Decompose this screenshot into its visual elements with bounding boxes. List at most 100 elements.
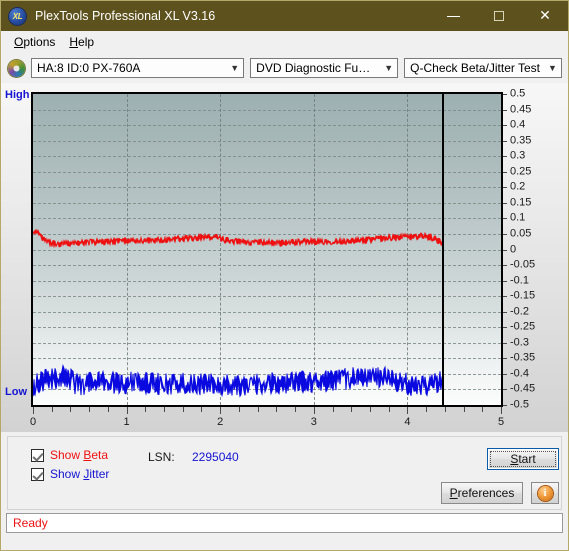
- show-beta-label: Show Beta: [50, 448, 108, 462]
- maximize-icon: [494, 11, 504, 21]
- show-beta-label-pre: Show: [50, 448, 84, 462]
- x-axis-minor-tick: [332, 407, 334, 412]
- y-axis-tick-label: 0.45: [510, 103, 532, 116]
- x-axis-tick: [313, 407, 315, 414]
- preferences-button-label-post: references: [457, 486, 515, 500]
- y-axis-tick-label: 0: [510, 243, 517, 255]
- plot-area[interactable]: [31, 92, 503, 407]
- function-select-value: DVD Diagnostic Functions: [256, 61, 380, 75]
- y-axis-tick-label: 0.35: [510, 134, 532, 147]
- x-axis-minor-tick: [295, 407, 297, 412]
- y-axis-tick-label: 0.5: [510, 87, 526, 100]
- x-axis-minor-tick: [51, 407, 53, 412]
- menu-item-options-rest: ptions: [23, 35, 56, 49]
- drive-select[interactable]: HA:8 ID:0 PX-760A ▼: [31, 58, 245, 78]
- maximize-button[interactable]: [476, 1, 522, 31]
- y-axis-tick-label: -0.05: [510, 258, 536, 271]
- preferences-button-accel: P: [449, 486, 458, 500]
- y-axis-tick: [503, 233, 507, 235]
- show-beta-label-post: eta: [91, 448, 109, 462]
- toolbar: HA:8 ID:0 PX-760A ▼ DVD Diagnostic Funct…: [1, 53, 568, 83]
- y-axis-tick-label: 0.05: [510, 227, 532, 240]
- x-axis-minor-tick: [369, 407, 371, 412]
- trace-jitter: [33, 363, 443, 398]
- show-jitter-label-post: itter: [89, 467, 110, 481]
- y-axis-tick: [503, 373, 507, 375]
- x-axis-minor-tick: [89, 407, 91, 412]
- x-axis-minor-tick: [463, 407, 465, 412]
- title-bar: XL PlexTools Professional XL V3.16 ✕: [1, 1, 568, 31]
- x-axis-tick-label: 5: [497, 416, 505, 428]
- x-axis-tick-label: 4: [404, 416, 411, 428]
- x-axis-minor-tick: [70, 407, 72, 412]
- x-axis-tick: [126, 407, 128, 414]
- x-axis-minor-tick: [257, 407, 259, 412]
- x-axis-tick: [220, 407, 222, 414]
- y-axis-tick-label: 0.1: [510, 211, 526, 224]
- y-axis-tick: [503, 265, 507, 267]
- y-axis-tick: [503, 125, 507, 127]
- y-axis-tick-label: -0.15: [510, 289, 536, 302]
- x-axis-minor-tick: [145, 407, 147, 412]
- show-jitter-label-pre: Show: [50, 467, 84, 481]
- axis-label-low: Low: [5, 386, 27, 398]
- drive-select-value: HA:8 ID:0 PX-760A: [37, 61, 141, 75]
- x-axis-minor-tick: [238, 407, 240, 412]
- y-axis-tick: [503, 389, 507, 391]
- y-axis-tick-label: -0.2: [510, 305, 529, 318]
- start-button-label: Start: [510, 452, 535, 466]
- x-axis-tick: [501, 407, 502, 414]
- y-axis-tick: [503, 109, 507, 111]
- x-axis-minor-tick: [482, 407, 484, 412]
- preferences-button-label: Preferences: [450, 486, 515, 500]
- y-axis-tick: [503, 280, 507, 282]
- y-axis: 0.5 0.45 0.4 0.35 0.3 0.25 0.2 0.15 0.1 0.05 0 -0.0…: [503, 87, 567, 410]
- show-beta-checkbox-row[interactable]: Show Beta: [31, 448, 108, 462]
- axis-label-high: High: [5, 89, 30, 101]
- function-select[interactable]: DVD Diagnostic Functions ▼: [250, 58, 399, 78]
- start-button[interactable]: Start: [487, 448, 559, 470]
- y-axis-tick-label: -0.5: [510, 398, 529, 411]
- optical-disc-icon: [8, 59, 25, 77]
- status-text: Ready: [13, 516, 48, 530]
- menu-item-options[interactable]: Options: [7, 33, 62, 51]
- chart-panel: High Low 0.5 0.45 0.4 0.35 0.3 0.25 0.2 0.15 0.1…: [1, 83, 568, 432]
- y-axis-tick-label: -0.45: [510, 382, 536, 395]
- test-select[interactable]: Q-Check Beta/Jitter Test ▼: [404, 58, 562, 78]
- show-jitter-checkbox-row[interactable]: Show Jitter: [31, 467, 109, 481]
- close-button[interactable]: ✕: [522, 1, 568, 31]
- show-beta-checkbox[interactable]: [31, 448, 44, 462]
- y-axis-tick: [503, 405, 507, 406]
- chevron-down-icon: ▼: [384, 63, 394, 73]
- control-panel: Show Beta Show Jitter LSN: 2295040 Start…: [7, 436, 562, 510]
- y-axis-tick-label: -0.3: [510, 336, 529, 349]
- test-select-value: Q-Check Beta/Jitter Test: [410, 61, 540, 75]
- y-axis-tick: [503, 140, 507, 142]
- y-axis-tick: [503, 94, 507, 95]
- application-window: XL PlexTools Professional XL V3.16 ✕ Opt…: [0, 0, 569, 551]
- menu-item-help[interactable]: Help: [62, 33, 101, 51]
- preferences-button[interactable]: Preferences: [441, 482, 523, 504]
- y-axis-tick-label: -0.4: [510, 367, 529, 380]
- y-axis-tick: [503, 249, 507, 251]
- y-axis-tick-label: 0.4: [510, 118, 526, 131]
- x-axis-minor-tick: [107, 407, 109, 412]
- x-axis-minor-tick: [351, 407, 353, 412]
- show-jitter-checkbox[interactable]: [31, 467, 44, 481]
- y-axis-tick-label: 0.15: [510, 196, 532, 209]
- y-axis-tick: [503, 202, 507, 204]
- x-axis-tick-label: 3: [310, 416, 317, 428]
- x-axis: 0 1 2 3 4 5: [30, 407, 505, 431]
- y-axis-tick: [503, 342, 507, 344]
- x-axis-minor-tick: [444, 407, 446, 412]
- x-axis-tick-label: 1: [123, 416, 130, 428]
- y-axis-tick: [503, 296, 507, 298]
- info-button[interactable]: i: [531, 482, 559, 504]
- x-axis-tick-label: 2: [217, 416, 224, 428]
- y-axis-tick-label: 0.25: [510, 165, 532, 178]
- x-axis-minor-tick: [426, 407, 428, 412]
- x-axis-minor-tick: [276, 407, 278, 412]
- x-axis-tick: [33, 407, 34, 414]
- y-axis-tick-label: -0.25: [510, 320, 536, 333]
- minimize-button[interactable]: [430, 1, 476, 31]
